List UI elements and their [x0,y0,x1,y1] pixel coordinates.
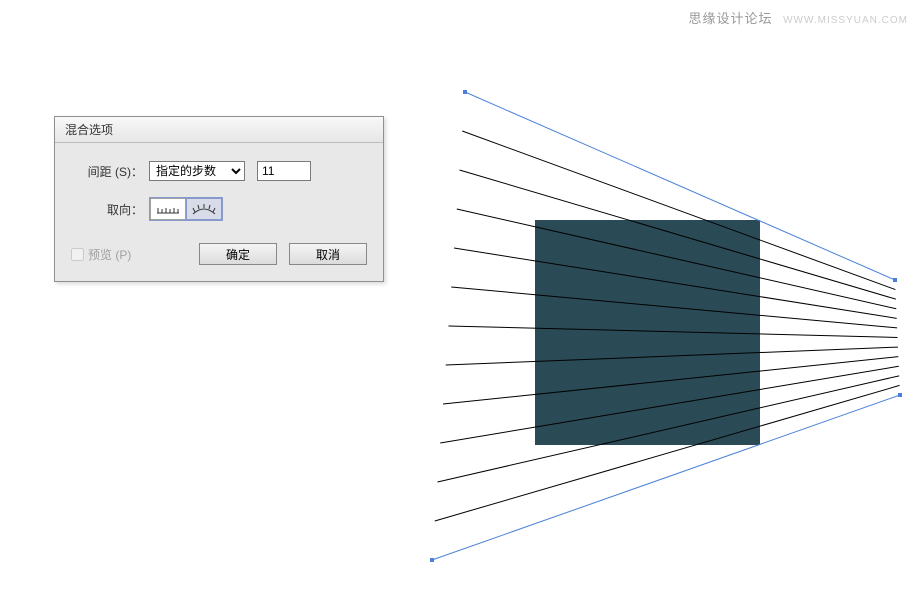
ok-button[interactable]: 确定 [199,243,277,265]
orientation-align-path-button[interactable] [186,198,222,220]
spacing-value-input[interactable] [257,161,311,181]
anchor-point[interactable] [898,393,902,397]
spacing-label: 间距 (S)： [71,163,143,180]
cancel-button[interactable]: 取消 [289,243,367,265]
orientation-group [149,197,223,221]
orientation-label: 取向： [71,201,143,218]
orientation-row: 取向： [71,197,367,221]
preview-checkbox[interactable] [71,248,84,261]
orientation-align-page-button[interactable] [150,198,186,220]
anchor-point[interactable] [463,90,467,94]
dark-teal-square[interactable] [535,220,760,445]
blend-options-dialog: 混合选项 间距 (S)： 指定的步数 取向： [54,116,384,282]
preview-checkbox-wrap[interactable]: 预览 (P) [71,246,131,263]
dialog-title: 混合选项 [55,117,383,143]
dialog-body: 间距 (S)： 指定的步数 取向： [55,143,383,281]
ruler-flat-icon [155,202,181,216]
spacing-dropdown[interactable]: 指定的步数 [149,161,245,181]
anchor-point[interactable] [430,558,434,562]
ruler-arc-icon [191,202,217,216]
dialog-button-row: 预览 (P) 确定 取消 [71,243,367,265]
preview-label: 预览 (P) [88,246,131,263]
canvas-artwork [400,0,920,600]
spacing-row: 间距 (S)： 指定的步数 [71,161,367,181]
anchor-point[interactable] [893,278,897,282]
